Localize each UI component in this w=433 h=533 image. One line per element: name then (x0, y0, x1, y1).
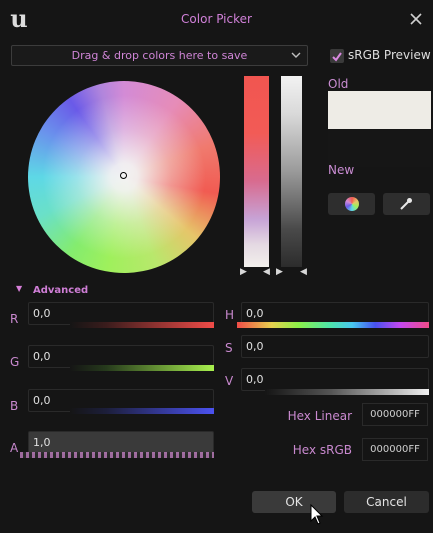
saturation-channel-value: 0,0 (246, 340, 264, 353)
eyedropper-button[interactable] (383, 193, 430, 215)
hex-srgb-input[interactable]: 000000FF (362, 438, 428, 461)
new-color-label: New (328, 163, 355, 177)
cancel-button[interactable]: Cancel (344, 491, 429, 513)
close-icon[interactable] (408, 11, 424, 27)
value-slider[interactable] (281, 76, 302, 267)
hex-srgb-value: 000000FF (370, 444, 420, 455)
saturation-channel-label: S (225, 341, 233, 355)
red-channel-value: 0,0 (33, 307, 51, 320)
advanced-expand-arrow-icon[interactable]: ▼ (16, 284, 22, 293)
new-color-swatch (328, 129, 431, 167)
mouse-cursor-icon (310, 504, 324, 525)
red-channel-label: R (10, 312, 19, 326)
srgb-preview-checkbox[interactable] (330, 49, 344, 63)
old-color-label: Old (328, 77, 349, 91)
saturation-slider-left-marker-icon: ▶ (240, 267, 247, 277)
hex-linear-value: 000000FF (370, 409, 420, 420)
alpha-channel-label: A (10, 441, 19, 455)
srgb-preview-label: sRGB Preview (348, 48, 431, 62)
old-color-swatch[interactable] (328, 91, 431, 129)
advanced-section-label[interactable]: Advanced (33, 285, 88, 296)
blue-channel-slider[interactable] (70, 408, 214, 414)
blue-channel-label: B (10, 399, 19, 413)
saturation-slider-right-marker-icon: ◀ (263, 267, 270, 277)
drop-zone-label: Drag & drop colors here to save (71, 49, 248, 62)
red-channel-slider[interactable] (70, 322, 214, 328)
hex-linear-label: Hex Linear (287, 409, 352, 423)
saturation-channel-input[interactable]: 0,0 (241, 335, 429, 358)
value-channel-value: 0,0 (246, 373, 264, 386)
hex-srgb-label: Hex sRGB (292, 443, 352, 457)
window-title: Color Picker (181, 12, 252, 26)
eyedropper-icon (400, 198, 412, 210)
green-channel-label: G (10, 355, 20, 369)
hue-channel-slider[interactable] (237, 322, 429, 328)
hex-linear-input[interactable]: 000000FF (362, 403, 428, 426)
checkmark-icon (332, 52, 342, 62)
blue-channel-value: 0,0 (33, 394, 51, 407)
value-channel-label: V (225, 374, 234, 388)
value-channel-input[interactable]: 0,0 (241, 368, 429, 391)
saturation-slider[interactable] (244, 76, 269, 267)
hue-channel-value: 0,0 (246, 307, 264, 320)
hue-channel-label: H (225, 308, 235, 322)
value-channel-slider[interactable] (265, 389, 429, 395)
green-channel-slider[interactable] (70, 365, 214, 371)
green-channel-value: 0,0 (33, 350, 51, 363)
alpha-channel-value: 1,0 (33, 436, 51, 449)
value-slider-left-marker-icon: ▶ (276, 267, 283, 277)
color-wheel-icon (345, 197, 359, 211)
chevron-down-icon[interactable] (291, 51, 301, 59)
alpha-channel-slider[interactable] (20, 452, 214, 458)
color-drop-zone[interactable]: Drag & drop colors here to save (11, 45, 308, 66)
color-wheel-selector[interactable] (120, 172, 127, 179)
alpha-channel-input[interactable]: 1,0 (28, 431, 214, 454)
color-wheel-mode-button[interactable] (328, 193, 375, 215)
value-slider-right-marker-icon: ◀ (300, 267, 307, 277)
